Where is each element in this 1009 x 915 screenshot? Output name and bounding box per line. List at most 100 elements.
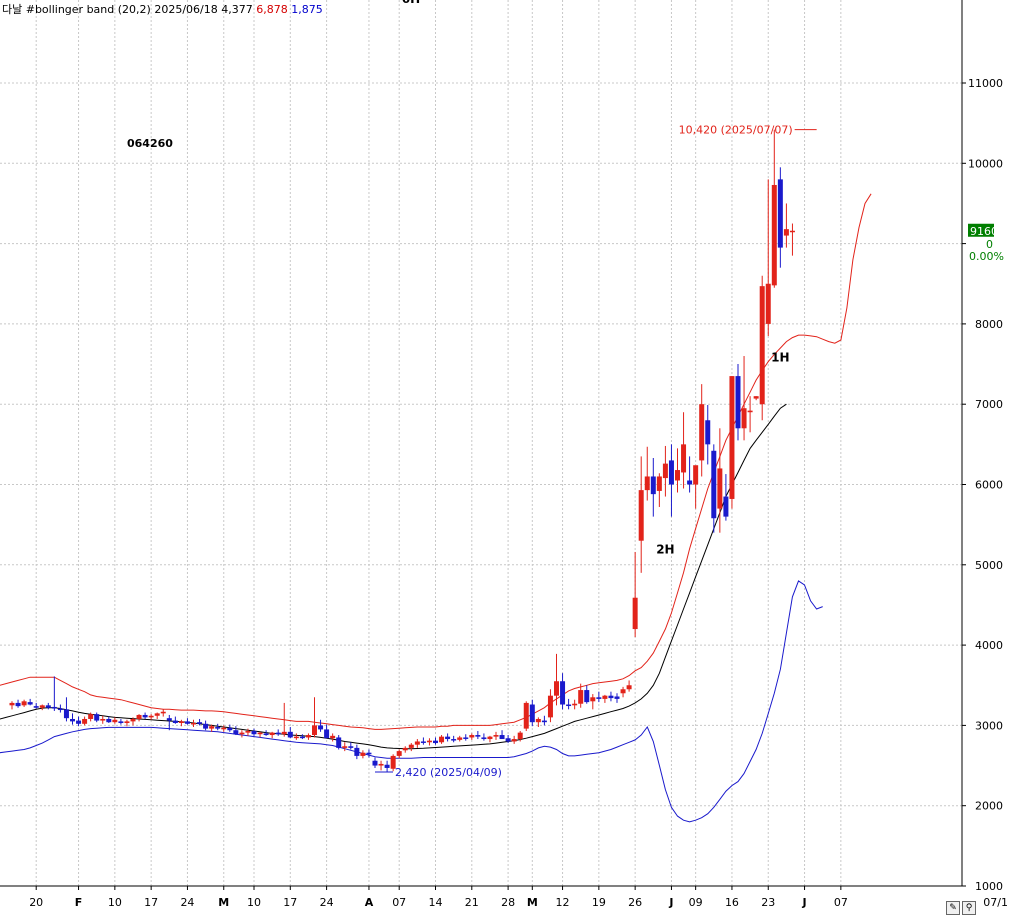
x-tick-label: M [527, 896, 538, 909]
header-label: 다날 #bollinger band [2, 3, 115, 16]
candle [372, 757, 378, 768]
candle-body [759, 286, 765, 405]
candle-body [197, 722, 203, 724]
candle-body [281, 731, 287, 735]
candle-body [789, 230, 795, 233]
candle-body [15, 702, 21, 707]
candle-body [396, 751, 402, 756]
candle [269, 731, 275, 739]
x-tick-label: 26 [628, 896, 642, 909]
candle [191, 719, 196, 728]
candle-body [287, 731, 293, 738]
candle-body [100, 718, 106, 721]
candle-body [124, 721, 130, 723]
candle-body [529, 704, 535, 723]
candle-body [348, 746, 354, 748]
candle [94, 712, 100, 723]
candle-body [741, 408, 747, 429]
candle-body [560, 681, 566, 705]
pencil-icon[interactable]: ✎ [946, 901, 960, 915]
candle [523, 701, 529, 732]
candle-body [39, 705, 45, 708]
candle-body [681, 444, 687, 473]
candle [275, 729, 281, 736]
candle-body [711, 450, 717, 519]
x-tick-label: 16 [725, 896, 739, 909]
candle [76, 716, 82, 727]
candle [747, 396, 753, 433]
candle [384, 760, 390, 772]
candle [318, 719, 324, 732]
candle-body [136, 714, 142, 719]
candle-body [668, 460, 674, 485]
candle-body [118, 721, 124, 723]
candle-body [318, 725, 324, 730]
candle-body [511, 739, 517, 742]
header-lower: 1,875 [291, 3, 323, 16]
candle [414, 739, 420, 748]
candle-body [426, 740, 432, 743]
candle-body [106, 718, 112, 723]
candle [82, 716, 88, 726]
candle-body [650, 476, 656, 495]
x-tick-label: 28 [501, 896, 515, 909]
annotation-text: 10,420 (2025/07/07) [679, 124, 793, 137]
candle [608, 691, 614, 702]
candle [112, 717, 118, 724]
candles [9, 129, 795, 772]
candle-body [184, 721, 190, 724]
candle [620, 686, 626, 698]
candle-body [76, 720, 82, 724]
candle-body [233, 730, 239, 735]
candle [765, 179, 771, 336]
header-mid: 4,377 [221, 3, 253, 16]
x-tick-label: 24 [180, 896, 194, 909]
candle [711, 444, 717, 533]
candle-body [336, 737, 342, 748]
header-upper: 6,878 [256, 3, 288, 16]
candle-body [620, 689, 626, 694]
candle [469, 733, 475, 740]
x-tick-label: 10 [247, 896, 261, 909]
candle [21, 699, 27, 707]
candle-body [330, 735, 336, 739]
x-tick-label: 17 [283, 896, 297, 909]
candle [215, 723, 221, 731]
candle-body [154, 713, 160, 716]
candle-body [130, 718, 136, 722]
candle [445, 733, 451, 742]
candle-body [632, 597, 638, 630]
candle-body [771, 184, 777, 286]
period-label: 1H [771, 351, 789, 365]
candle [693, 465, 699, 509]
candle-body [245, 731, 251, 733]
candle [160, 709, 166, 717]
candle-body [644, 476, 650, 491]
candle [439, 735, 445, 744]
candle-body [554, 681, 559, 696]
candle-body [360, 752, 366, 756]
candle [9, 701, 15, 710]
candle [529, 699, 535, 727]
candle [100, 715, 106, 724]
x-tick-label: 24 [320, 896, 334, 909]
candle-body [687, 480, 693, 485]
candle-body [112, 719, 118, 723]
x-tick-label: 14 [429, 896, 443, 909]
y-tick-label: 11000 [968, 77, 1003, 90]
candle [287, 727, 293, 739]
candle-body [88, 714, 94, 719]
candle-body [9, 702, 15, 706]
candle [336, 735, 342, 750]
candle [566, 698, 572, 710]
candle [402, 746, 408, 753]
candle-body [275, 732, 281, 735]
candle [45, 702, 51, 710]
magnifier-icon[interactable]: ⚲ [962, 901, 976, 915]
x-tick-label: A [365, 896, 374, 909]
candle-body [475, 735, 481, 737]
candle [184, 718, 190, 725]
candle [342, 742, 348, 752]
candle-body [269, 732, 275, 736]
candle [602, 694, 608, 703]
